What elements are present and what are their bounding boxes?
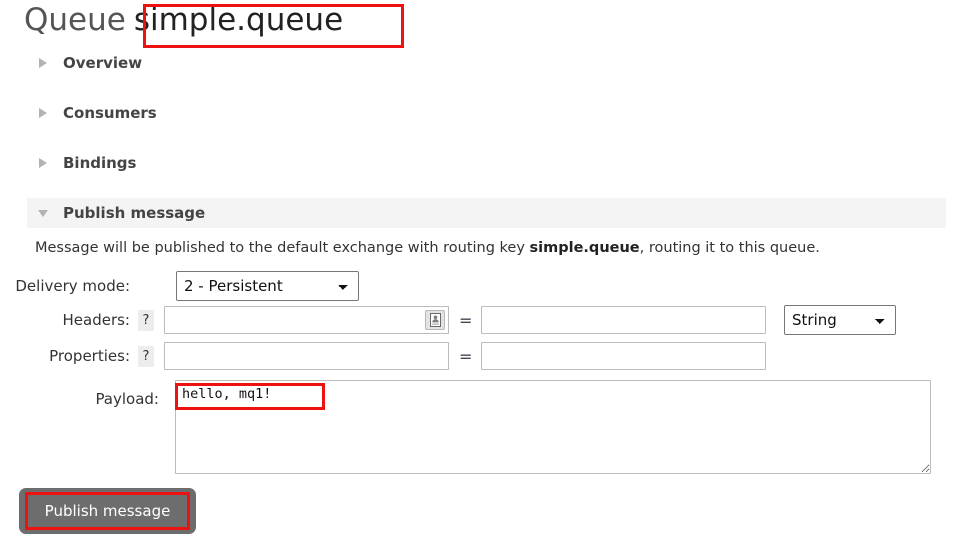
triangle-right-icon <box>35 98 51 128</box>
properties-help-icon[interactable]: ? <box>138 345 154 367</box>
delivery-mode-label: Delivery mode: <box>15 277 130 295</box>
queue-name: simple.queue <box>133 2 344 38</box>
publish-description-routing-key: simple.queue <box>529 240 640 256</box>
properties-value-input[interactable] <box>481 342 766 370</box>
delivery-mode-select[interactable]: 1 - Non-persistent2 - Persistent <box>176 271 359 301</box>
section-label-publish-message: Publish message <box>63 204 206 222</box>
triangle-right-icon <box>35 48 51 78</box>
payload-textarea[interactable] <box>175 380 931 474</box>
triangle-down-icon <box>35 198 51 228</box>
headers-key-wrapper <box>164 306 449 334</box>
section-label-overview: Overview <box>63 54 143 72</box>
page-title: Queue simple.queue <box>24 2 343 38</box>
section-header-bindings[interactable]: Bindings <box>27 148 946 178</box>
page-title-prefix: Queue <box>24 2 126 38</box>
headers-key-input[interactable] <box>164 306 449 334</box>
payload-label: Payload: <box>95 390 159 408</box>
section-label-consumers: Consumers <box>63 104 157 122</box>
headers-type-select[interactable]: StringNumberBooleanListDictionary <box>784 305 896 335</box>
headers-row: Headers: ? = StringNumberBooleanListDict… <box>0 305 896 335</box>
section-label-bindings: Bindings <box>63 154 137 172</box>
headers-help-icon[interactable]: ? <box>138 309 154 331</box>
headers-value-input[interactable] <box>481 306 766 334</box>
publish-message-button[interactable]: Publish message <box>19 488 196 534</box>
publish-description-after: , routing it to this queue. <box>639 240 820 256</box>
headers-equals-sign: = <box>459 310 473 330</box>
publish-description: Message will be published to the default… <box>35 240 820 256</box>
contact-card-icon[interactable] <box>425 310 445 330</box>
properties-equals-sign: = <box>459 346 473 366</box>
delivery-mode-row: Delivery mode: 1 - Non-persistent2 - Per… <box>0 271 359 301</box>
properties-label: Properties: <box>49 347 130 365</box>
section-header-consumers[interactable]: Consumers <box>27 98 946 128</box>
properties-row: Properties: ? = <box>0 341 766 371</box>
section-header-publish-message[interactable]: Publish message <box>27 198 946 228</box>
triangle-right-icon <box>35 148 51 178</box>
headers-label: Headers: <box>62 311 131 329</box>
section-header-overview[interactable]: Overview <box>27 48 946 78</box>
properties-key-input[interactable] <box>164 342 449 370</box>
publish-description-before: Message will be published to the default… <box>35 240 530 256</box>
